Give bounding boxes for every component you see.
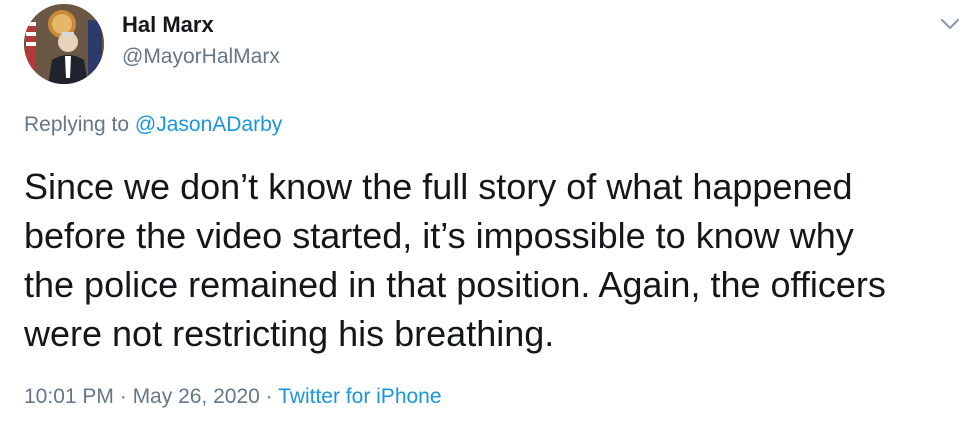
meta-separator: · [113,385,133,408]
replying-to-handle-link[interactable]: @JasonADarby [135,113,282,136]
tweet-meta: 10:01 PM · May 26, 2020 · Twitter for iP… [24,385,442,409]
replying-to: Replying to @JasonADarby [24,113,282,137]
tweet-card: Hal Marx @MayorHalMarx Replying to @Jaso… [0,0,980,428]
tweet-source-link[interactable]: Twitter for iPhone [278,385,441,408]
author-name[interactable]: Hal Marx [122,12,214,38]
author-handle[interactable]: @MayorHalMarx [122,45,280,69]
tweet-text: Since we don’t know the full story of wh… [24,166,886,354]
tweet-time[interactable]: 10:01 PM [24,385,114,408]
tweet-date[interactable]: May 26, 2020 [133,385,260,408]
replying-to-label: Replying to [24,113,135,136]
meta-separator: · [259,385,279,408]
avatar[interactable] [24,4,104,84]
avatar-image [24,4,104,84]
chevron-down-icon[interactable] [936,10,964,38]
